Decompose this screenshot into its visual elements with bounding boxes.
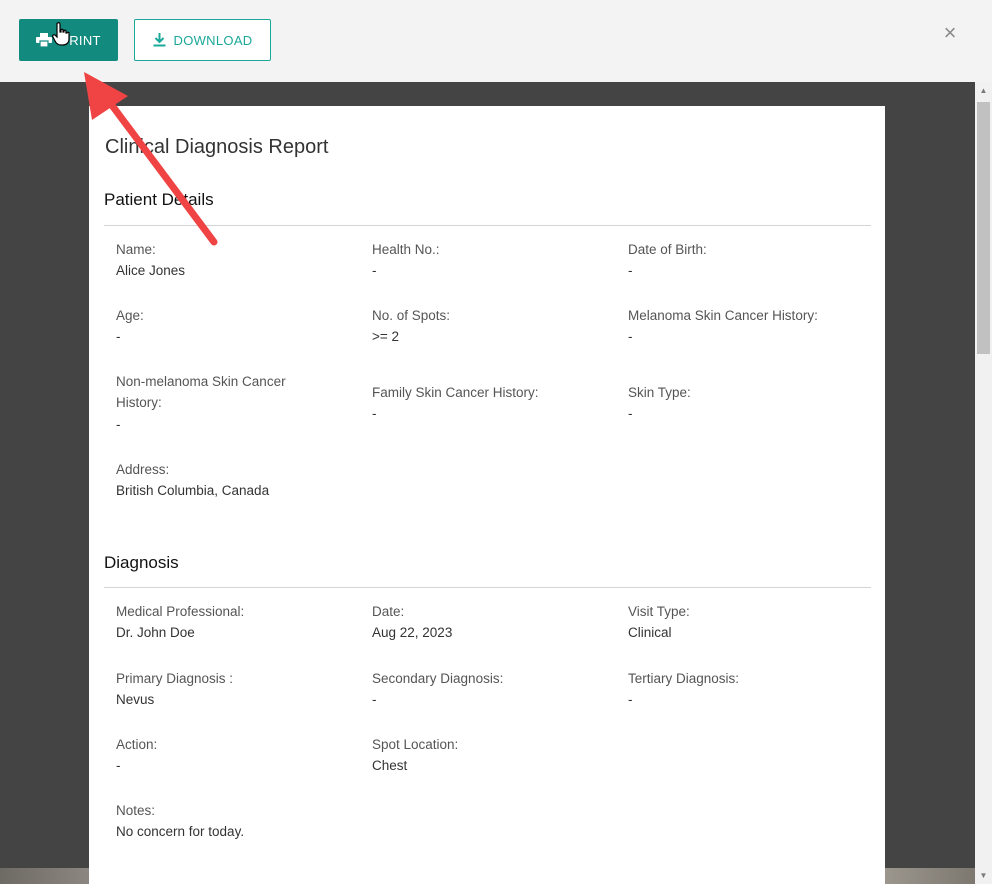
close-icon[interactable]: × (940, 22, 960, 44)
diagnosis-heading: Diagnosis (104, 553, 179, 572)
field-label: Medical Professional: (116, 604, 245, 619)
non-melanoma-history-field: Non-melanoma Skin Cancer History: - (116, 371, 316, 435)
printer-icon (36, 33, 53, 47)
field-label: Secondary Diagnosis: (372, 671, 504, 686)
field-value: - (372, 406, 377, 421)
field-value: - (372, 692, 377, 707)
family-history-field: Family Skin Cancer History: - (372, 382, 602, 424)
scroll-down-arrow-icon[interactable]: ▼ (975, 867, 992, 884)
scroll-up-arrow-icon[interactable]: ▲ (975, 82, 992, 99)
field-label: Date: (372, 604, 405, 619)
field-label: Spot Location: (372, 737, 459, 752)
primary-diagnosis-field: Primary Diagnosis : Nevus (116, 668, 346, 710)
tertiary-diagnosis-field: Tertiary Diagnosis: - (628, 668, 858, 710)
vertical-scrollbar[interactable]: ▲ ▼ (975, 82, 992, 884)
section-divider (104, 587, 871, 588)
field-label: Family Skin Cancer History: (372, 385, 539, 400)
field-value: Alice Jones (116, 263, 186, 278)
field-value: Dr. John Doe (116, 625, 195, 640)
field-label: Visit Type: (628, 604, 690, 619)
field-label: Age: (116, 308, 144, 323)
field-value: - (116, 417, 121, 432)
field-label: No. of Spots: (372, 308, 451, 323)
field-label: Date of Birth: (628, 242, 707, 257)
field-value: - (628, 406, 633, 421)
age-field: Age: - (116, 305, 346, 347)
hand-cursor-icon (52, 21, 70, 51)
field-label: Tertiary Diagnosis: (628, 671, 740, 686)
field-label: Notes: (116, 803, 156, 818)
field-label: Name: (116, 242, 156, 257)
health-no-field: Health No.: - (372, 239, 602, 281)
field-value: Aug 22, 2023 (372, 625, 453, 640)
field-label: Melanoma Skin Cancer History: (628, 308, 818, 323)
field-label: Address: (116, 462, 170, 477)
field-label: Action: (116, 737, 158, 752)
visit-type-field: Visit Type: Clinical (628, 601, 858, 643)
report-title: Clinical Diagnosis Report (105, 136, 329, 158)
melanoma-history-field: Melanoma Skin Cancer History: - (628, 305, 873, 347)
date-of-birth-field: Date of Birth: - (628, 239, 858, 281)
field-value: No concern for today. (116, 824, 245, 839)
action-field: Action: - (116, 734, 346, 776)
field-value: - (628, 263, 633, 278)
download-button[interactable]: DOWNLOAD (134, 19, 271, 61)
report-page: Clinical Diagnosis Report Patient Detail… (89, 106, 885, 884)
section-divider (104, 225, 871, 226)
no-of-spots-field: No. of Spots: >= 2 (372, 305, 602, 347)
field-value: - (372, 263, 377, 278)
spot-location-field: Spot Location: Chest (372, 734, 602, 776)
medical-professional-field: Medical Professional: Dr. John Doe (116, 601, 346, 643)
scrollbar-thumb[interactable] (977, 102, 990, 354)
field-value: - (116, 329, 121, 344)
dialog-toolbar: PRINT DOWNLOAD × (0, 0, 992, 82)
field-value: Chest (372, 758, 408, 773)
field-value: Nevus (116, 692, 155, 707)
date-field: Date: Aug 22, 2023 (372, 601, 602, 643)
field-label: Primary Diagnosis : (116, 671, 234, 686)
field-value: - (628, 329, 633, 344)
skin-type-field: Skin Type: - (628, 382, 858, 424)
patient-name-field: Name: Alice Jones (116, 239, 346, 281)
notes-field: Notes: No concern for today. (116, 800, 346, 842)
download-icon (153, 33, 166, 47)
field-value: British Columbia, Canada (116, 483, 270, 498)
secondary-diagnosis-field: Secondary Diagnosis: - (372, 668, 602, 710)
field-value: - (628, 692, 633, 707)
download-button-label: DOWNLOAD (173, 32, 253, 48)
address-field: Address: British Columbia, Canada (116, 459, 346, 501)
field-value: >= 2 (372, 329, 400, 344)
field-label: Health No.: (372, 242, 440, 257)
field-label: Skin Type: (628, 385, 691, 400)
field-value: Clinical (628, 625, 672, 640)
patient-details-heading: Patient Details (104, 190, 214, 209)
field-value: - (116, 758, 121, 773)
field-label: Non-melanoma Skin Cancer History: (116, 374, 286, 410)
